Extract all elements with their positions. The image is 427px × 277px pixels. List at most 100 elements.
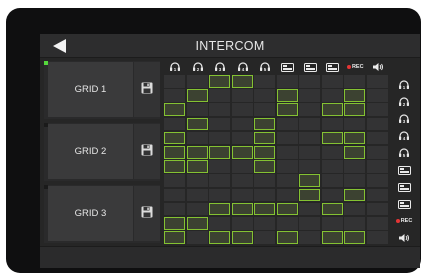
crosspoint-cell[interactable] bbox=[299, 160, 320, 173]
crosspoint-cell[interactable] bbox=[366, 217, 388, 230]
crosspoint-cell[interactable] bbox=[164, 217, 185, 230]
crosspoint-cell[interactable] bbox=[321, 174, 343, 188]
crosspoint-cell[interactable] bbox=[254, 231, 275, 244]
crosspoint-cell[interactable] bbox=[209, 75, 230, 88]
crosspoint-cell[interactable] bbox=[344, 146, 365, 159]
crosspoint-cell[interactable] bbox=[276, 174, 298, 188]
crosspoint-cell[interactable] bbox=[344, 89, 365, 102]
crosspoint-cell[interactable] bbox=[299, 89, 320, 102]
crosspoint-cell[interactable] bbox=[366, 131, 388, 145]
crosspoint-cell[interactable] bbox=[366, 103, 388, 117]
crosspoint-cell[interactable] bbox=[164, 131, 185, 145]
crosspoint-cell[interactable] bbox=[254, 160, 275, 173]
crosspoint-cell[interactable] bbox=[164, 117, 185, 131]
crosspoint-cell[interactable] bbox=[231, 231, 253, 244]
crosspoint-cell[interactable] bbox=[366, 89, 388, 102]
crosspoint-cell[interactable] bbox=[344, 188, 365, 202]
crosspoint-cell[interactable] bbox=[344, 174, 365, 188]
crosspoint-cell[interactable] bbox=[344, 202, 365, 216]
crosspoint-cell[interactable] bbox=[366, 160, 388, 173]
crosspoint-cell[interactable] bbox=[344, 75, 365, 88]
crosspoint-cell[interactable] bbox=[299, 188, 320, 202]
crosspoint-cell[interactable] bbox=[321, 146, 343, 159]
crosspoint-cell[interactable] bbox=[186, 131, 208, 145]
save-preset-button[interactable] bbox=[134, 186, 160, 241]
crosspoint-cell[interactable] bbox=[366, 202, 388, 216]
crosspoint-cell[interactable] bbox=[231, 160, 253, 173]
crosspoint-cell[interactable] bbox=[321, 117, 343, 131]
crosspoint-cell[interactable] bbox=[366, 75, 388, 88]
crosspoint-cell[interactable] bbox=[164, 174, 185, 188]
save-preset-button[interactable] bbox=[134, 124, 160, 179]
crosspoint-cell[interactable] bbox=[209, 160, 230, 173]
crosspoint-cell[interactable] bbox=[231, 146, 253, 159]
crosspoint-cell[interactable] bbox=[321, 89, 343, 102]
crosspoint-cell[interactable] bbox=[344, 131, 365, 145]
crosspoint-cell[interactable] bbox=[276, 89, 298, 102]
crosspoint-cell[interactable] bbox=[209, 117, 230, 131]
crosspoint-cell[interactable] bbox=[209, 174, 230, 188]
crosspoint-cell[interactable] bbox=[299, 75, 320, 88]
crosspoint-cell[interactable] bbox=[254, 117, 275, 131]
crosspoint-cell[interactable] bbox=[321, 217, 343, 230]
crosspoint-cell[interactable] bbox=[366, 117, 388, 131]
crosspoint-cell[interactable] bbox=[366, 231, 388, 244]
crosspoint-cell[interactable] bbox=[299, 103, 320, 117]
crosspoint-cell[interactable] bbox=[321, 131, 343, 145]
crosspoint-cell[interactable] bbox=[186, 103, 208, 117]
crosspoint-cell[interactable] bbox=[254, 131, 275, 145]
crosspoint-cell[interactable] bbox=[366, 188, 388, 202]
crosspoint-cell[interactable] bbox=[164, 103, 185, 117]
crosspoint-cell[interactable] bbox=[164, 188, 185, 202]
crosspoint-cell[interactable] bbox=[254, 188, 275, 202]
crosspoint-cell[interactable] bbox=[231, 188, 253, 202]
crosspoint-cell[interactable] bbox=[186, 202, 208, 216]
crosspoint-cell[interactable] bbox=[186, 89, 208, 102]
crosspoint-cell[interactable] bbox=[276, 160, 298, 173]
crosspoint-cell[interactable] bbox=[186, 75, 208, 88]
crosspoint-cell[interactable] bbox=[186, 188, 208, 202]
crosspoint-cell[interactable] bbox=[321, 231, 343, 244]
crosspoint-cell[interactable] bbox=[164, 160, 185, 173]
crosspoint-cell[interactable] bbox=[231, 131, 253, 145]
crosspoint-cell[interactable] bbox=[209, 89, 230, 102]
crosspoint-cell[interactable] bbox=[276, 188, 298, 202]
crosspoint-cell[interactable] bbox=[254, 174, 275, 188]
crosspoint-cell[interactable] bbox=[209, 131, 230, 145]
crosspoint-cell[interactable] bbox=[276, 146, 298, 159]
crosspoint-cell[interactable] bbox=[164, 146, 185, 159]
crosspoint-cell[interactable] bbox=[276, 231, 298, 244]
crosspoint-cell[interactable] bbox=[186, 217, 208, 230]
crosspoint-cell[interactable] bbox=[321, 75, 343, 88]
crosspoint-cell[interactable] bbox=[276, 117, 298, 131]
crosspoint-cell[interactable] bbox=[254, 202, 275, 216]
crosspoint-cell[interactable] bbox=[209, 202, 230, 216]
crosspoint-cell[interactable] bbox=[164, 231, 185, 244]
crosspoint-cell[interactable] bbox=[231, 174, 253, 188]
crosspoint-cell[interactable] bbox=[299, 131, 320, 145]
crosspoint-cell[interactable] bbox=[254, 89, 275, 102]
crosspoint-cell[interactable] bbox=[254, 103, 275, 117]
crosspoint-cell[interactable] bbox=[254, 75, 275, 88]
crosspoint-cell[interactable] bbox=[344, 103, 365, 117]
crosspoint-cell[interactable] bbox=[344, 117, 365, 131]
preset-recall-button[interactable]: GRID 3 bbox=[48, 186, 133, 241]
crosspoint-cell[interactable] bbox=[231, 217, 253, 230]
crosspoint-cell[interactable] bbox=[321, 188, 343, 202]
preset-recall-button[interactable]: GRID 1 bbox=[48, 62, 133, 117]
crosspoint-cell[interactable] bbox=[209, 231, 230, 244]
crosspoint-cell[interactable] bbox=[186, 146, 208, 159]
save-preset-button[interactable] bbox=[134, 62, 160, 117]
crosspoint-cell[interactable] bbox=[186, 174, 208, 188]
crosspoint-cell[interactable] bbox=[231, 202, 253, 216]
crosspoint-cell[interactable] bbox=[276, 131, 298, 145]
crosspoint-cell[interactable] bbox=[321, 160, 343, 173]
crosspoint-cell[interactable] bbox=[231, 117, 253, 131]
crosspoint-cell[interactable] bbox=[254, 146, 275, 159]
crosspoint-cell[interactable] bbox=[299, 217, 320, 230]
crosspoint-cell[interactable] bbox=[366, 174, 388, 188]
crosspoint-cell[interactable] bbox=[231, 103, 253, 117]
crosspoint-cell[interactable] bbox=[209, 146, 230, 159]
crosspoint-cell[interactable] bbox=[299, 231, 320, 244]
crosspoint-cell[interactable] bbox=[321, 202, 343, 216]
